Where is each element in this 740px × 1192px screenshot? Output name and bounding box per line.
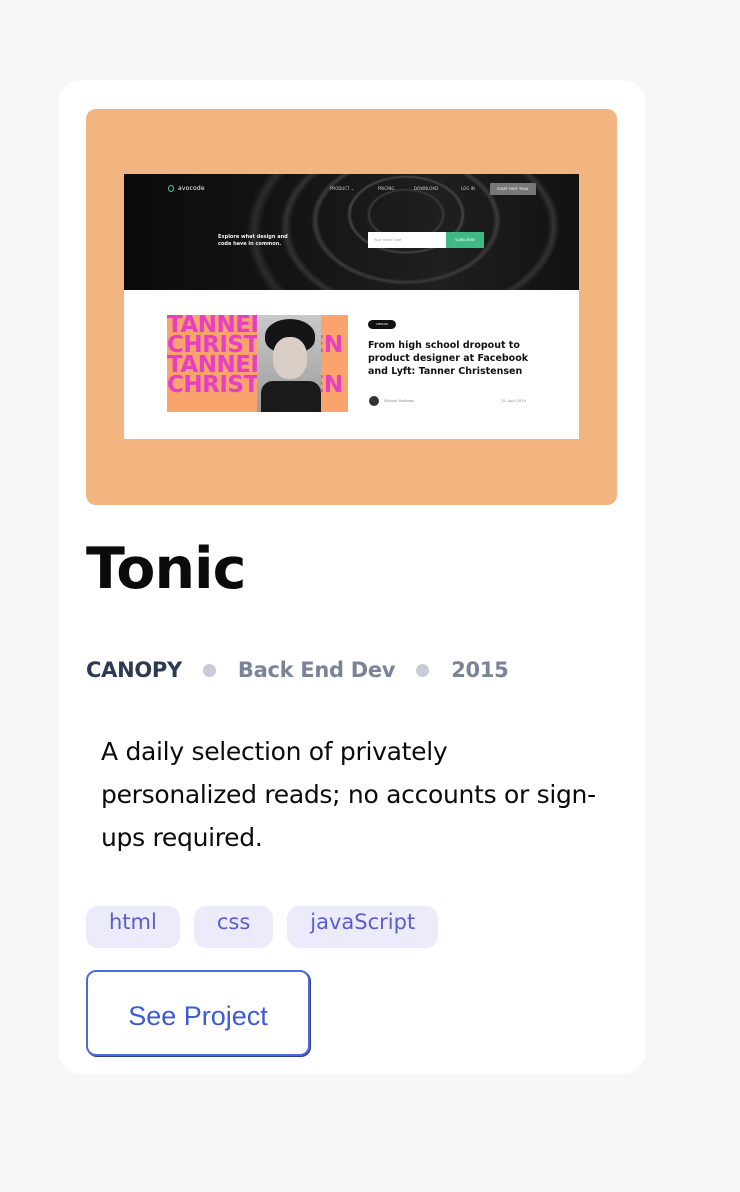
article-title: From high school dropout to product desi… <box>368 340 529 377</box>
article-author: Michael Mathews <box>384 399 415 403</box>
article-date: 25. April 2019 <box>501 399 526 403</box>
site-logo-text: avocode <box>178 185 205 192</box>
separator-dot <box>416 663 430 677</box>
website-screenshot: avocode PRODUCT ⌄ PRICING DOWNLOAD LOG I… <box>124 174 579 439</box>
tag-javascript: javaScript <box>287 906 439 948</box>
tag-css: css <box>193 906 274 948</box>
site-trial-button: START FREE TRIAL <box>490 183 536 195</box>
site-hero: avocode PRODUCT ⌄ PRICING DOWNLOAD LOG I… <box>124 174 579 290</box>
author-avatar <box>369 396 379 406</box>
site-nav-product: PRODUCT ⌄ <box>330 186 355 191</box>
site-email-input: Your email here <box>368 232 446 248</box>
tag-html: html <box>86 906 180 948</box>
logo-icon <box>168 185 174 192</box>
portrait-shirt <box>261 381 321 412</box>
project-card: avocode PRODUCT ⌄ PRICING DOWNLOAD LOG I… <box>58 80 646 1074</box>
site-nav-login: LOG IN <box>461 186 475 191</box>
project-meta: CANOPY Back End Dev 2015 <box>86 656 509 684</box>
project-preview-image: avocode PRODUCT ⌄ PRICING DOWNLOAD LOG I… <box>86 109 617 505</box>
site-subscribe-button: SUBSCRIBE <box>446 232 484 248</box>
article-image: TANNER CHRISTENSEN TANNER CHRISTENSEN <box>167 315 348 412</box>
project-role: Back End Dev <box>237 658 396 682</box>
project-year: 2015 <box>451 658 509 682</box>
project-description: A daily selection of privately personali… <box>101 737 596 852</box>
site-nav-pricing: PRICING <box>378 186 395 191</box>
portrait-face <box>273 337 307 379</box>
see-project-button[interactable]: See Project <box>86 970 310 1056</box>
site-hero-text: Explore what design and code have in com… <box>218 234 288 247</box>
project-client: CANOPY <box>86 658 182 682</box>
separator-dot <box>202 663 216 677</box>
site-nav-download: DOWNLOAD <box>414 186 439 191</box>
project-title: Tonic <box>86 536 246 602</box>
tag-list: html css javaScript <box>86 906 439 948</box>
article-badge: DESIGN <box>368 320 396 329</box>
